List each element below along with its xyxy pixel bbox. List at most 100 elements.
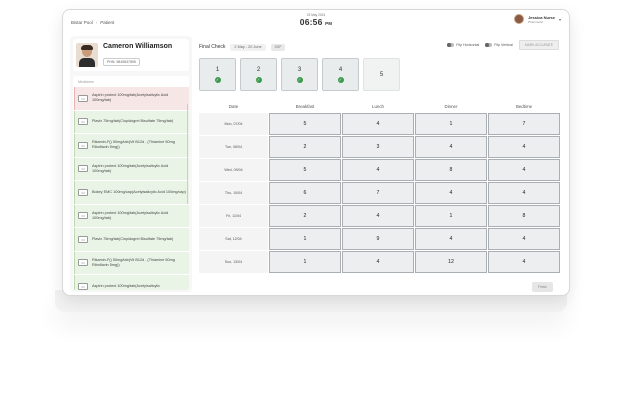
clock-time-value: 06:56 bbox=[299, 17, 323, 27]
check-circle-icon: ✓ bbox=[296, 76, 303, 83]
dose-cell[interactable]: 5 bbox=[269, 158, 341, 181]
step-tab-5[interactable]: 5 bbox=[363, 58, 400, 91]
dose-cell[interactable]: 5 bbox=[269, 112, 341, 135]
check-circle-icon: ✓ bbox=[337, 76, 344, 83]
toggle-switch-icon bbox=[447, 43, 455, 47]
chevron-down-icon[interactable]: ▾ bbox=[559, 17, 561, 22]
dose-cell[interactable]: 4 bbox=[342, 158, 414, 181]
dose-cell[interactable]: 6 bbox=[269, 181, 341, 204]
medicine-item[interactable]: ▭ Aspirin protect 100mg/tab(Acetylsalicyl… bbox=[74, 204, 189, 227]
medicine-item-text: Aspirin protect 100mg/tab(Acetylsalicyli… bbox=[92, 163, 169, 173]
dose-cell[interactable]: 4 bbox=[415, 135, 487, 158]
medicine-item[interactable]: ▭ Plavix 75mg/tab(Clopidogrel Bisulfate 7… bbox=[74, 110, 189, 133]
screen: Bistar Pool › Patient 23 May 2024 06:56 … bbox=[0, 0, 622, 419]
dose-cell[interactable]: 4 bbox=[488, 250, 560, 273]
patient-card: Cameron Williamson PHN: 9849837895 bbox=[73, 39, 189, 71]
dose-cell[interactable]: 8 bbox=[415, 158, 487, 181]
medicine-item[interactable]: ▭ Rikamin-F() 50mg/tab(Vit B12d , (Thiami… bbox=[74, 134, 189, 157]
app-window: Bistar Pool › Patient 23 May 2024 06:56 … bbox=[62, 9, 570, 296]
grid-header: Date Breakfast Lunch Dinner Bedtime bbox=[199, 100, 561, 112]
patient-phn: PHN: 9849837895 bbox=[103, 57, 140, 66]
step-tab-2[interactable]: 2 ✓ bbox=[240, 58, 277, 91]
medicine-item-text: Bokey EMC 100mg/cap(Acetylsalicylic Acid… bbox=[92, 189, 186, 194]
dose-cell[interactable]: 4 bbox=[415, 227, 487, 250]
dose-cell[interactable]: 4 bbox=[342, 112, 414, 135]
toggle-switch-icon bbox=[485, 43, 493, 47]
step-tab-1[interactable]: 1 ✓ bbox=[199, 58, 236, 91]
user-menu[interactable]: Jessica Nurse Pharmacist ▾ bbox=[514, 14, 561, 24]
medicine-items: ▭ Aspirin protect 100mg/tab(Acetylsalicyl… bbox=[73, 87, 189, 290]
patient-name: Cameron Williamson bbox=[103, 42, 173, 50]
step-tab-4[interactable]: 4 ✓ bbox=[322, 58, 359, 91]
medicine-item[interactable]: ▭ Aspirin protect 100mg/tab(Acetylsalicyl… bbox=[74, 157, 189, 180]
flip-horizontal-toggle[interactable]: Flip Horizontal bbox=[447, 43, 479, 47]
medicines-list: Medicines ▭ Aspirin protect 100mg/tab(Ace… bbox=[73, 76, 189, 290]
table-row: Mon, 07/04 5 4 1 7 bbox=[199, 112, 561, 135]
date-range[interactable]: 2 May - 20 June bbox=[230, 43, 266, 51]
table-row: Sun, 13/04 1 4 12 4 bbox=[199, 250, 561, 273]
dose-cell[interactable]: 4 bbox=[415, 181, 487, 204]
dose-cell[interactable]: 1 bbox=[269, 250, 341, 273]
step-number: 5 bbox=[379, 71, 384, 78]
pill-pack-icon: ▭ bbox=[78, 141, 88, 149]
flip-vertical-toggle[interactable]: Flip Vertical bbox=[485, 43, 513, 47]
dose-cell[interactable]: 7 bbox=[488, 112, 560, 135]
dose-cell[interactable]: 4 bbox=[342, 204, 414, 227]
dsp-badge[interactable]: DSP bbox=[270, 43, 286, 51]
dose-cell[interactable]: 2 bbox=[269, 135, 341, 158]
page-title: Final Check bbox=[199, 44, 226, 50]
dose-cell[interactable]: 2 bbox=[269, 204, 341, 227]
pill-pack-icon: ▭ bbox=[78, 212, 88, 220]
dose-cell[interactable]: 4 bbox=[488, 227, 560, 250]
dose-cell[interactable]: 1 bbox=[269, 227, 341, 250]
pill-pack-icon: ▭ bbox=[78, 118, 88, 126]
finish-button[interactable]: Finish bbox=[531, 282, 553, 292]
dose-cell[interactable]: 7 bbox=[342, 181, 414, 204]
step-number: 3 bbox=[297, 66, 302, 73]
step-tab-3[interactable]: 3 ✓ bbox=[281, 58, 318, 91]
dose-cell[interactable]: 12 bbox=[415, 250, 487, 273]
medicine-item[interactable]: ▭ Aspirin protect 100mg/tab(Acetylsalicyl… bbox=[74, 87, 189, 110]
pill-pack-icon: ▭ bbox=[78, 235, 88, 243]
patient-info: Cameron Williamson PHN: 9849837895 bbox=[103, 43, 172, 68]
mark-accurate-button[interactable]: MARK ACCURATE bbox=[518, 40, 559, 50]
table-row: Sat, 12/04 1 9 4 4 bbox=[199, 227, 561, 250]
pill-pack-icon: ▭ bbox=[78, 94, 88, 102]
dose-cell[interactable]: 8 bbox=[488, 204, 560, 227]
flip-controls: Flip Horizontal Flip Vertical MARK ACCUR… bbox=[447, 40, 559, 50]
medicines-scrollbar[interactable] bbox=[186, 104, 188, 204]
column-header: Dinner bbox=[415, 103, 487, 109]
row-date: Wed, 09/04 bbox=[199, 158, 268, 181]
flip-horizontal-label: Flip Horizontal bbox=[456, 43, 480, 47]
dose-cell[interactable]: 4 bbox=[488, 158, 560, 181]
dose-cell[interactable]: 3 bbox=[342, 135, 414, 158]
dose-cell[interactable]: 1 bbox=[415, 112, 487, 135]
medicine-item-text: Plavix 75mg/tab(Clopidogrel Bisulfate 75… bbox=[92, 119, 174, 124]
column-header: Breakfast bbox=[269, 103, 341, 109]
flip-vertical-label: Flip Vertical bbox=[494, 43, 513, 47]
medicine-item-text: Plavix 75mg/tab(Clopidogrel Bisulfate 75… bbox=[92, 236, 174, 241]
row-date: Tue, 08/04 bbox=[199, 135, 268, 158]
dose-cell[interactable]: 1 bbox=[415, 204, 487, 227]
medicine-item[interactable]: ▭ Plavix 75mg/tab(Clopidogrel Bisulfate 7… bbox=[74, 228, 189, 251]
medicine-item[interactable]: ▭ Bokey EMC 100mg/cap(Acetylsalicylic Aci… bbox=[74, 181, 189, 204]
column-header: Lunch bbox=[342, 103, 414, 109]
column-header: Bedtime bbox=[488, 103, 560, 109]
medicine-item[interactable]: ▭ Rikamin-F() 50mg/tab(Vit B12d , (Thiami… bbox=[74, 251, 189, 274]
table-row: Fri, 11/04 2 4 1 8 bbox=[199, 204, 561, 227]
dose-cell[interactable]: 4 bbox=[342, 250, 414, 273]
user-role: Pharmacist bbox=[528, 19, 544, 24]
pill-pack-icon: ▭ bbox=[78, 282, 88, 290]
medicine-item-text: Rikamin-F() 50mg/tab(Vit B12d , (Thiamin… bbox=[92, 140, 175, 150]
dose-grid: Date Breakfast Lunch Dinner Bedtime Mon, 07/… bbox=[199, 100, 561, 273]
table-row: Tue, 08/04 2 3 4 4 bbox=[199, 135, 561, 158]
final-check-panel: Final Check 2 May - 20 June DSP Flip Hor… bbox=[197, 36, 563, 292]
dose-cell[interactable]: 4 bbox=[488, 181, 560, 204]
dose-cell[interactable]: 4 bbox=[488, 135, 560, 158]
check-circle-icon: ✓ bbox=[255, 76, 262, 83]
left-panel: Cameron Williamson PHN: 9849837895 Medic… bbox=[70, 36, 192, 292]
dose-cell[interactable]: 9 bbox=[342, 227, 414, 250]
medicine-item[interactable]: ▭ Aspirin protect 100mg/tab(Acetylsalicyl… bbox=[74, 275, 189, 290]
medicine-item-text: Aspirin protect 100mg/tab(Acetylsalicyli… bbox=[92, 210, 169, 220]
breadcrumb-root[interactable]: Bistar Pool bbox=[71, 20, 93, 25]
